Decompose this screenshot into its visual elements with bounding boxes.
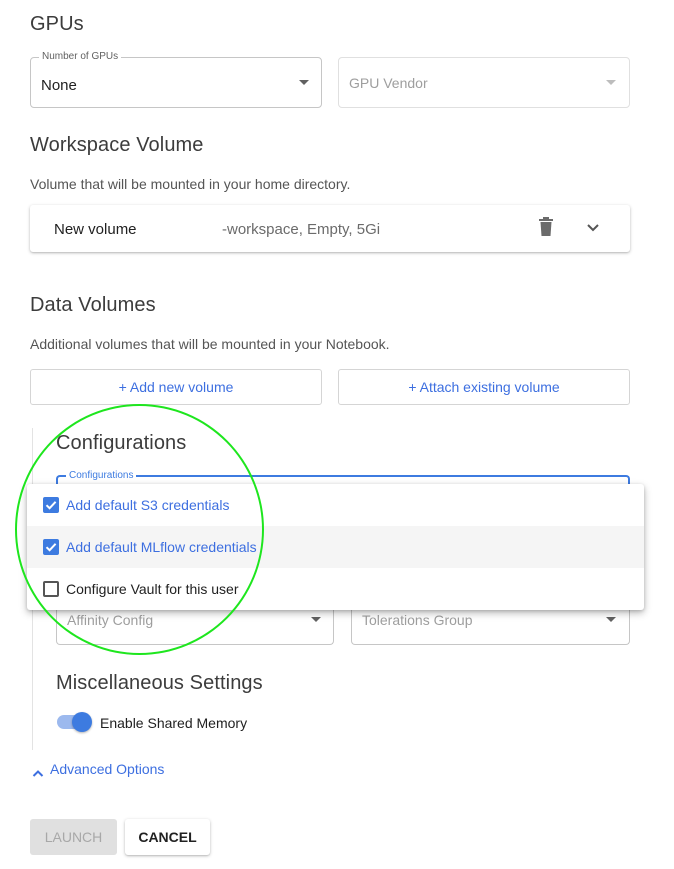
config-option-s3[interactable]: Add default S3 credentials: [27, 484, 644, 526]
configurations-title: Configurations: [56, 432, 187, 454]
chevron-down-icon: [311, 617, 321, 622]
checkbox-checked-icon[interactable]: [43, 497, 59, 513]
workspace-volume-description: Volume that will be mounted in your home…: [30, 176, 351, 192]
chevron-up-icon: [32, 765, 44, 783]
number-of-gpus-value: None: [41, 77, 77, 94]
configurations-dropdown-menu: Add default S3 credentials Add default M…: [27, 484, 644, 610]
config-option-mlflow[interactable]: Add default MLflow credentials: [27, 526, 644, 568]
delete-icon[interactable]: [538, 217, 554, 237]
tolerations-group-placeholder: Tolerations Group: [362, 612, 473, 628]
config-option-label: Add default MLflow credentials: [66, 539, 257, 555]
attach-existing-volume-button[interactable]: + Attach existing volume: [338, 369, 630, 405]
config-option-vault[interactable]: Configure Vault for this user: [27, 568, 644, 610]
configurations-field-label: Configurations: [66, 470, 137, 481]
number-of-gpus-label: Number of GPUs: [39, 51, 122, 62]
advanced-options-label: Advanced Options: [50, 761, 165, 777]
workspace-volume-card[interactable]: New volume -workspace, Empty, 5Gi: [30, 205, 630, 252]
gpus-title: GPUs: [30, 13, 84, 35]
chevron-down-icon: [606, 80, 616, 85]
config-option-label: Configure Vault for this user: [66, 581, 239, 597]
gpu-vendor-placeholder: GPU Vendor: [349, 75, 428, 91]
number-of-gpus-select[interactable]: Number of GPUs None: [30, 51, 322, 108]
checkbox-checked-icon[interactable]: [43, 539, 59, 555]
data-volumes-title: Data Volumes: [30, 294, 156, 316]
data-volumes-description: Additional volumes that will be mounted …: [30, 336, 390, 352]
add-new-volume-button[interactable]: + Add new volume: [30, 369, 322, 405]
gpu-vendor-select[interactable]: GPU Vendor: [338, 57, 630, 108]
config-option-label: Add default S3 credentials: [66, 497, 230, 513]
shared-memory-toggle-knob[interactable]: [72, 712, 92, 732]
affinity-config-placeholder: Affinity Config: [67, 612, 154, 628]
expand-chevron-icon[interactable]: [586, 220, 600, 232]
volume-details: -workspace, Empty, 5Gi: [222, 221, 381, 238]
chevron-down-icon: [606, 617, 616, 622]
checkbox-unchecked-icon[interactable]: [43, 581, 59, 597]
cancel-button[interactable]: CANCEL: [125, 819, 210, 855]
workspace-volume-title: Workspace Volume: [30, 134, 204, 156]
launch-button[interactable]: LAUNCH: [30, 819, 117, 855]
shared-memory-label: Enable Shared Memory: [100, 715, 248, 731]
chevron-down-icon: [299, 80, 309, 85]
misc-settings-title: Miscellaneous Settings: [56, 672, 263, 694]
volume-name: New volume: [54, 221, 137, 238]
